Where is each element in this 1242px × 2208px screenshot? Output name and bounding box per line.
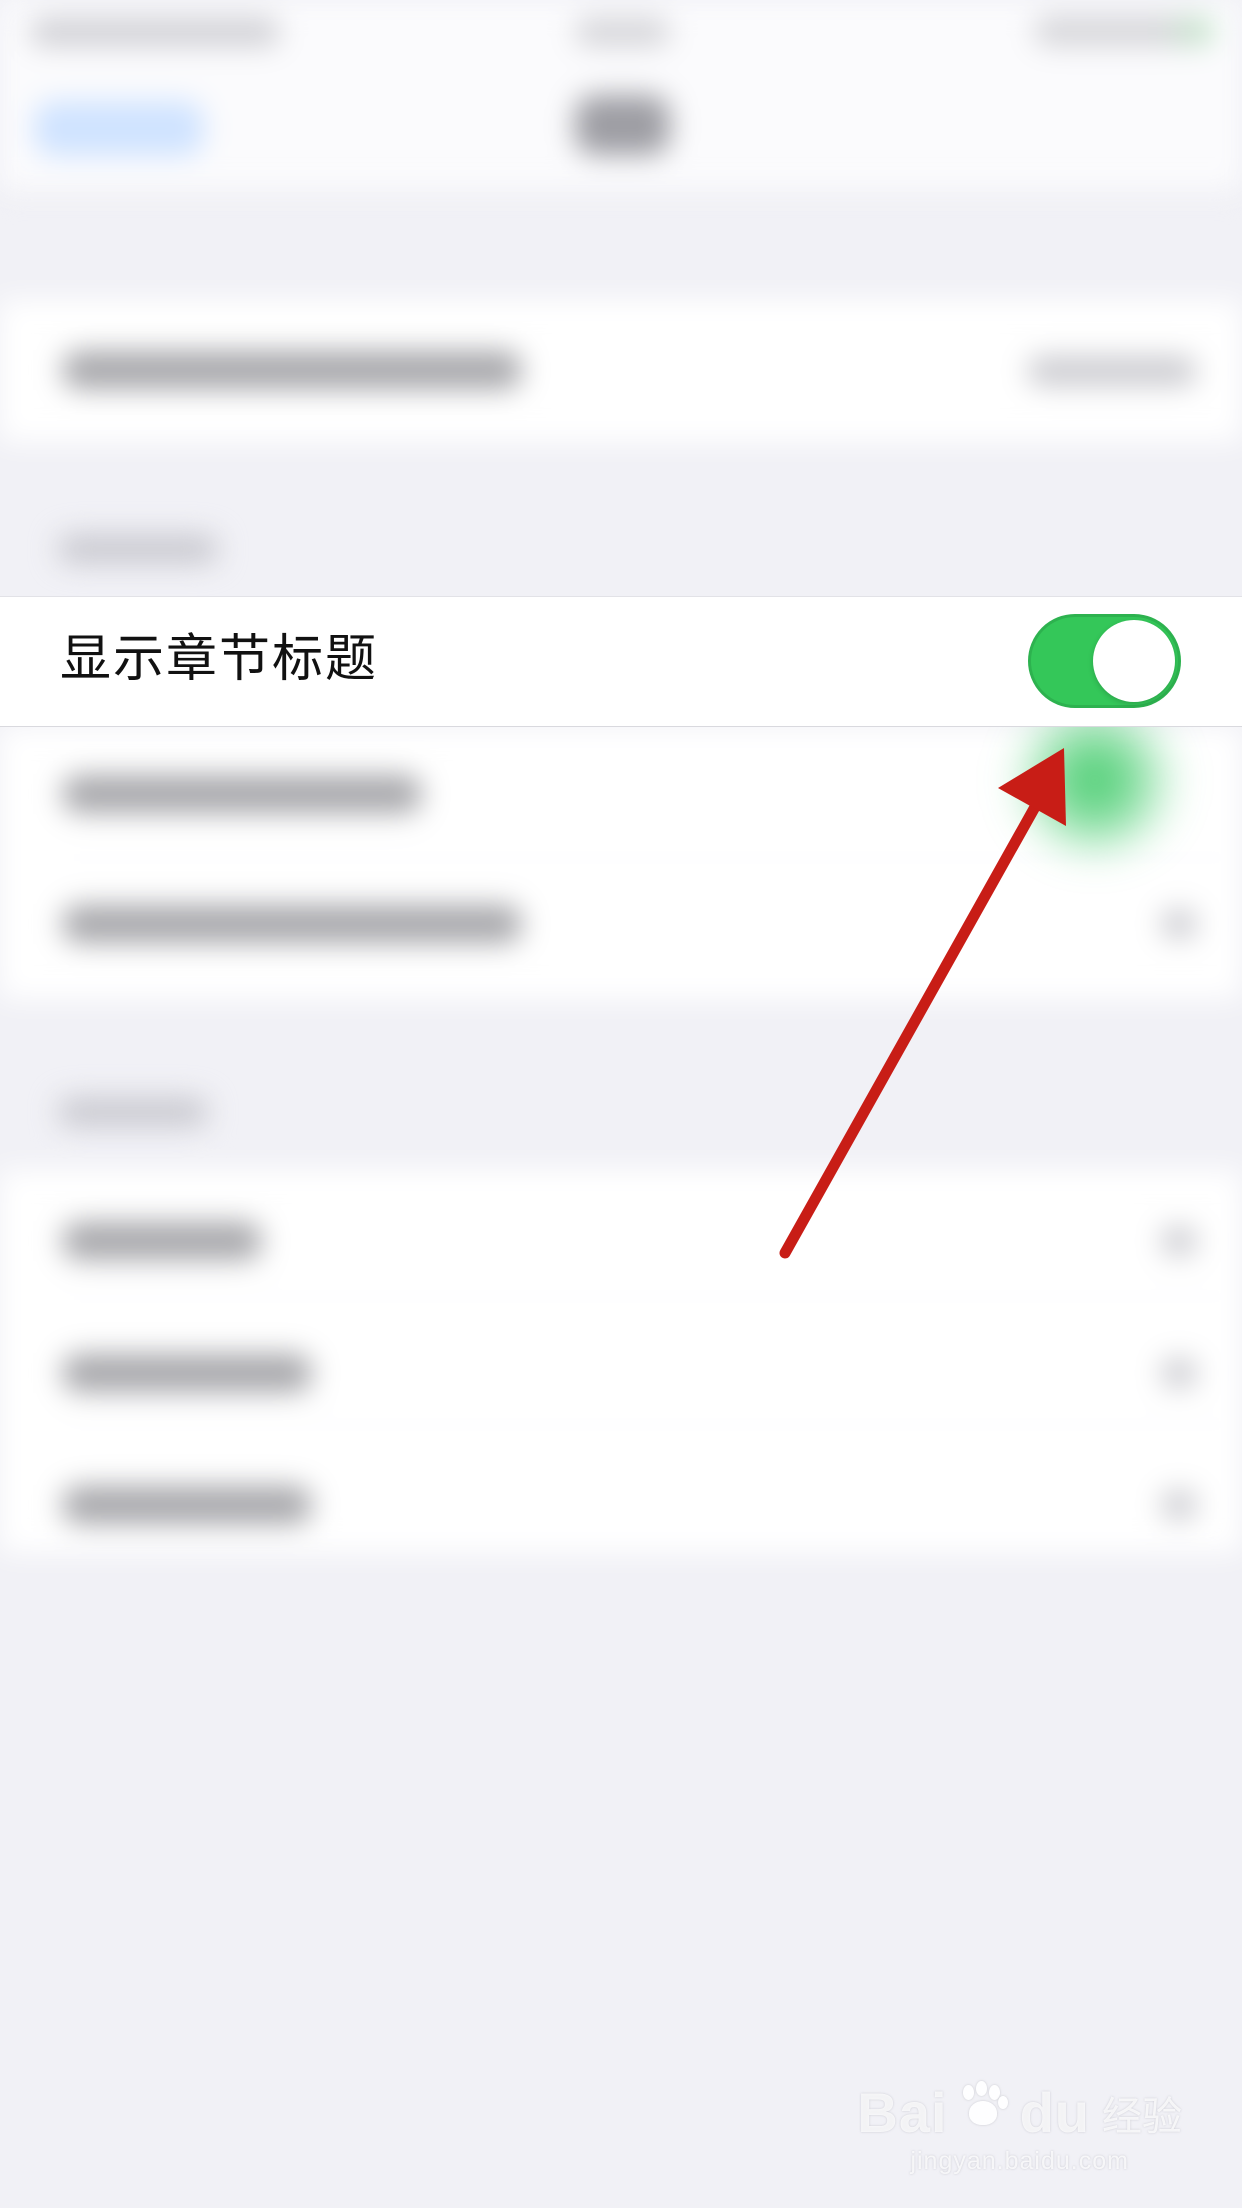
watermark-brand-suffix: du [1019, 2081, 1090, 2144]
back-button-blur[interactable] [34, 101, 204, 156]
section-header-blur-1 [58, 535, 218, 563]
toggle-knob [1093, 620, 1175, 702]
settings-section-top [0, 300, 1242, 442]
show-chapter-title-toggle[interactable] [1028, 614, 1181, 708]
section-header-blur-2 [58, 1098, 208, 1126]
chevron-right-icon [1161, 909, 1197, 939]
navigation-bar [0, 70, 1242, 191]
watermark-suffix: 经验 [1102, 2094, 1182, 2140]
status-bar-right-blur [1034, 16, 1214, 46]
watermark-url: jingyan.baidu.com [910, 2147, 1129, 2175]
setting-row-show-chapter-title[interactable]: 显示章节标题 [0, 596, 1242, 727]
watermark-main: Bai du 经验 [857, 2081, 1182, 2141]
top-row-label-blur [62, 351, 522, 389]
nav-title-blur [575, 95, 670, 155]
chevron-right-icon [1161, 1358, 1197, 1388]
middle-row-2-blur [62, 905, 522, 943]
bottom-row-separator-2 [55, 1424, 1242, 1425]
status-bar-center-blur [575, 18, 670, 46]
watermark-brand: Bai [857, 2081, 948, 2144]
setting-label: 显示章节标题 [60, 630, 379, 689]
chevron-right-icon [1161, 1226, 1197, 1256]
baidu-paw-icon [956, 2081, 1012, 2137]
settings-section-bottom [0, 1170, 1242, 1553]
status-bar [0, 0, 1242, 70]
bottom-row-2-blur [62, 1354, 312, 1392]
blurred-background-ui [0, 0, 1242, 2208]
bottom-row-3-blur [62, 1486, 312, 1524]
middle-row-1-blur [62, 775, 422, 813]
middle-row-separator [55, 857, 1242, 858]
top-row-value-blur [1027, 356, 1197, 386]
status-bar-left-blur [30, 18, 280, 46]
bottom-row-separator-1 [55, 1296, 1242, 1297]
baidu-jingyan-watermark: Bai du 经验 jingyan.baidu.com [857, 2081, 1182, 2176]
chevron-right-icon [1161, 1490, 1197, 1520]
bottom-row-1-blur [62, 1222, 262, 1260]
